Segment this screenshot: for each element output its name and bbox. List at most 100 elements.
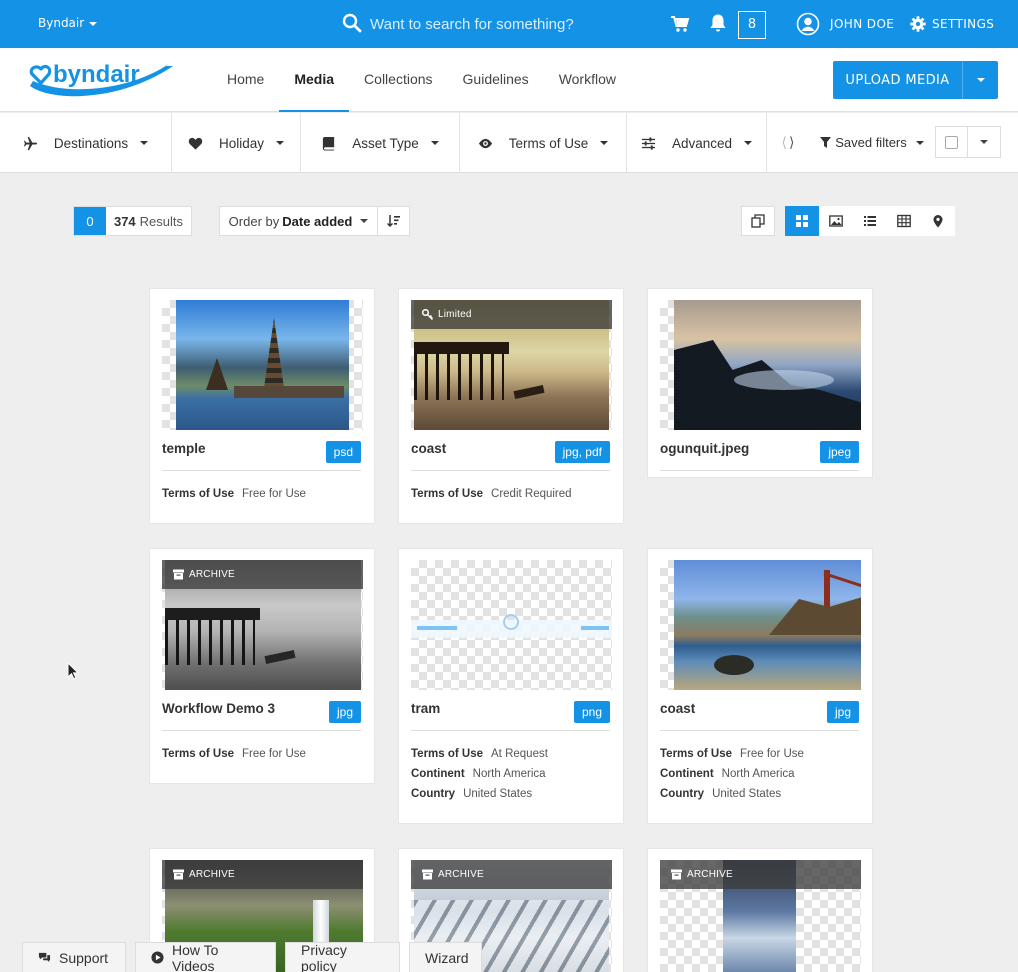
sort-direction-button[interactable]	[378, 207, 409, 235]
metadata-key: Country	[411, 788, 456, 800]
media-thumbnail[interactable]	[660, 300, 861, 430]
order-by-dropdown[interactable]: Order by Date added	[220, 207, 378, 235]
archive-icon	[671, 869, 682, 880]
copy-view-button[interactable]	[741, 206, 775, 236]
media-metadata: Terms of Use At Request Continent North Ame…	[411, 744, 548, 804]
chevron-right-icon[interactable]: ⟩	[789, 134, 794, 151]
metadata-row: Country United States	[660, 784, 804, 804]
media-card[interactable]: temple psd Terms of Use Free for Use	[149, 288, 375, 524]
media-thumbnail[interactable]: Limited	[411, 300, 612, 430]
nav-item-home[interactable]: Home	[212, 48, 279, 112]
media-thumbnail[interactable]: ARCHIVE	[660, 860, 861, 972]
bell-icon[interactable]	[708, 13, 728, 33]
user-menu[interactable]: JOHN DOE	[796, 12, 894, 36]
overlay-label: ARCHIVE	[438, 869, 484, 880]
chevron-down-icon	[276, 141, 285, 145]
main-nav: Home Media Collections Guidelines Workflow	[212, 48, 631, 112]
select-options-dropdown[interactable]	[968, 127, 1000, 157]
media-thumbnail[interactable]	[411, 560, 612, 690]
media-card[interactable]: Limited coast jpg, pdf Terms of Use Credit R…	[398, 288, 624, 524]
limited-badge: Limited	[411, 300, 612, 329]
archive-badge: ARCHIVE	[162, 860, 363, 889]
grid-view-button[interactable]	[785, 206, 819, 236]
chevron-down-icon	[89, 21, 98, 26]
media-thumbnail[interactable]: ARCHIVE	[162, 560, 363, 690]
nav-item-collections[interactable]: Collections	[349, 48, 447, 112]
media-card[interactable]: ARCHIVE	[647, 848, 873, 972]
filter-terms-of-use[interactable]: Terms of Use	[460, 113, 627, 173]
file-type-badge: jpg	[328, 701, 361, 723]
heart-icon	[188, 136, 203, 151]
media-thumbnail[interactable]	[660, 560, 861, 690]
media-card[interactable]: ogunquit.jpeg jpeg	[647, 288, 873, 478]
list-view-button[interactable]	[853, 206, 887, 236]
filter-list: Destinations Holiday Asset Type Terms of Us…	[0, 113, 767, 173]
metadata-row: Terms of Use Free for Use	[162, 484, 306, 504]
media-card[interactable]: coast jpg Terms of Use Free for Use Continen…	[647, 548, 873, 824]
table-view-button[interactable]	[887, 206, 921, 236]
play-icon	[151, 951, 164, 964]
main-nav-bar: byndair Home Media Collections Guidelines Wo…	[0, 48, 1018, 112]
filter-label: Destinations	[53, 135, 129, 151]
footer-support-button[interactable]: Support	[22, 942, 126, 972]
media-thumbnail[interactable]	[162, 300, 363, 430]
footer-wizard-button[interactable]: Wizard	[409, 942, 482, 972]
nav-item-workflow[interactable]: Workflow	[544, 48, 631, 112]
media-name[interactable]: Workflow Demo 3	[162, 701, 275, 716]
results-label: Results	[139, 213, 184, 229]
media-card[interactable]: tram png Terms of Use At Request Continent No…	[398, 548, 624, 824]
overlay-label: ARCHIVE	[189, 569, 235, 580]
upload-media-button[interactable]: UPLOAD MEDIA	[833, 61, 962, 99]
file-type-badge: jpg, pdf	[554, 441, 610, 463]
metadata-key: Terms of Use	[660, 748, 733, 760]
footer-label: Support	[59, 949, 109, 966]
metadata-key: Continent	[660, 768, 714, 780]
file-type-badge: jpeg	[820, 441, 859, 463]
archive-badge: ARCHIVE	[162, 560, 363, 589]
filter-asset-type[interactable]: Asset Type	[301, 113, 460, 173]
media-name[interactable]: coast	[411, 441, 446, 456]
media-metadata: Terms of Use Free for Use	[162, 744, 306, 764]
media-name[interactable]: tram	[411, 701, 440, 716]
media-name[interactable]: temple	[162, 441, 206, 456]
saved-filters-label: Saved filters	[835, 135, 907, 150]
selected-count[interactable]: 0	[74, 207, 106, 235]
media-name[interactable]: ogunquit.jpeg	[660, 441, 749, 456]
media-card[interactable]: ARCHIVE Workflow Demo 3 jpg Terms of Use Fre…	[149, 548, 375, 784]
filter-destinations[interactable]: Destinations	[0, 113, 172, 173]
metadata-key: Continent	[411, 768, 465, 780]
upload-options-button[interactable]	[962, 61, 998, 99]
saved-filters-dropdown[interactable]: Saved filters	[809, 113, 935, 172]
search-icon[interactable]	[342, 13, 362, 33]
cart-icon[interactable]	[670, 15, 690, 33]
chevron-down-icon	[976, 78, 985, 82]
media-name[interactable]: coast	[660, 701, 695, 716]
map-view-button[interactable]	[921, 206, 955, 236]
select-all-checkbox[interactable]	[936, 127, 968, 157]
byndair-logo[interactable]: byndair	[26, 58, 178, 102]
image-view-button[interactable]	[819, 206, 853, 236]
search-input[interactable]	[370, 10, 640, 38]
notification-count[interactable]: 8	[738, 11, 766, 39]
org-switcher[interactable]: Byndair	[38, 16, 98, 30]
filter-advanced[interactable]: Advanced	[627, 113, 767, 173]
overlay-label: Limited	[438, 309, 472, 320]
order-control: Order by Date added	[219, 206, 410, 236]
footer-privacy-policy-button[interactable]: Privacy policy	[285, 942, 400, 972]
chevron-down-icon	[430, 141, 439, 145]
filter-scroll-arrows[interactable]: ⟨ ⟩	[767, 113, 809, 172]
footer-how-to-videos-button[interactable]: How To Videos	[135, 942, 276, 972]
file-type-badge: png	[573, 701, 610, 723]
card-divider	[660, 470, 859, 471]
nav-item-media[interactable]: Media	[279, 48, 350, 112]
metadata-key: Terms of Use	[411, 488, 484, 500]
settings-link[interactable]: SETTINGS	[910, 12, 994, 36]
chevron-left-icon[interactable]: ⟨	[782, 134, 787, 151]
nav-item-guidelines[interactable]: Guidelines	[448, 48, 544, 112]
filter-holiday[interactable]: Holiday	[172, 113, 301, 173]
footer-label: Privacy policy	[301, 941, 347, 972]
thumbnail-image	[674, 560, 861, 690]
upload-media-group: UPLOAD MEDIA	[833, 61, 998, 99]
metadata-value: Free for Use	[242, 748, 306, 760]
archive-badge: ARCHIVE	[411, 860, 612, 889]
